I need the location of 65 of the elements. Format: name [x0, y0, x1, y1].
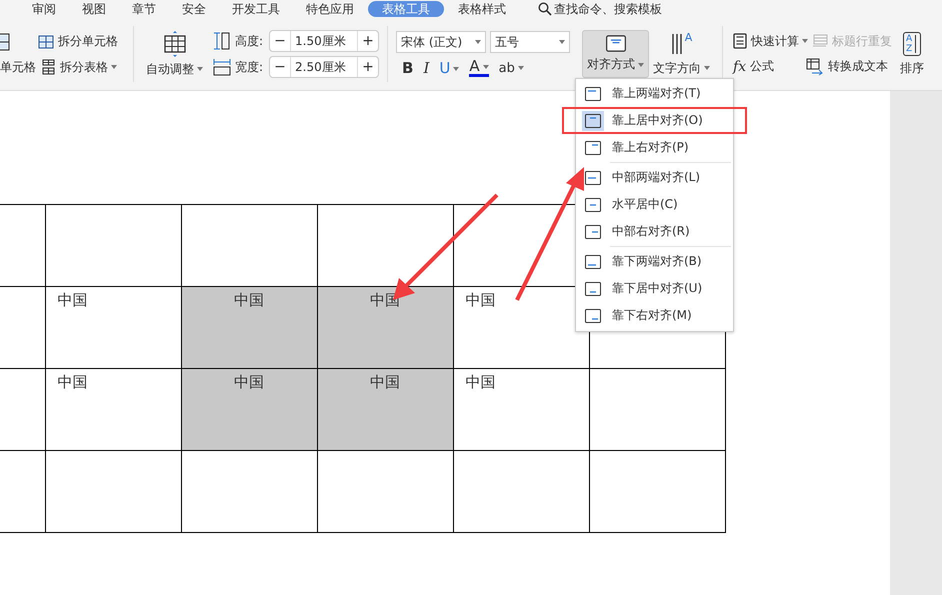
convert-text-icon: [806, 58, 824, 76]
width-label: 宽度:: [235, 58, 264, 76]
auto-fit-icon: [162, 30, 186, 56]
highlight-button[interactable]: ab: [498, 60, 524, 76]
alignment-icon: [585, 170, 601, 184]
alignment-icon: [585, 308, 601, 322]
font-color-button[interactable]: A: [469, 59, 489, 77]
table-cell: 中国: [317, 368, 453, 450]
split-cell-button[interactable]: 拆分单元格: [58, 33, 118, 50]
alignment-icon: [585, 282, 601, 296]
alignment-icon: [585, 254, 601, 268]
split-table-icon: [40, 59, 56, 75]
merge-cells-button[interactable]: 单元格: [0, 58, 36, 76]
auto-fit-button[interactable]: 自动调整: [146, 60, 203, 78]
menu-tab[interactable]: 视图: [70, 1, 118, 17]
font-dropdown[interactable]: 宋体 (正文): [396, 31, 486, 53]
menu-tab[interactable]: 特色应用: [294, 1, 366, 17]
sort-button[interactable]: 排序: [900, 60, 924, 76]
alignment-icon: [585, 86, 601, 100]
italic-button[interactable]: I: [423, 59, 430, 77]
menu-item[interactable]: 靠下两端对齐(B): [562, 248, 747, 275]
menu-item[interactable]: 中部两端对齐(L): [562, 164, 747, 191]
table-cell: 中国: [45, 286, 181, 368]
alignment-icon: [585, 198, 601, 212]
font-size-dropdown[interactable]: 五号: [490, 31, 570, 53]
sort-icon: A Z: [902, 32, 922, 56]
alignment-icon: [585, 224, 601, 238]
convert-to-text-button[interactable]: 转换成文本: [828, 58, 888, 75]
alignment-icon: [585, 114, 601, 128]
text-direction-button[interactable]: 文字方向: [653, 60, 710, 76]
align-icon: [604, 35, 628, 52]
repeat-header-icon: [812, 34, 828, 48]
menu-tab[interactable]: 章节: [120, 1, 168, 17]
merge-cells-icon: [0, 32, 10, 50]
table-cell: 中国: [181, 286, 317, 368]
quick-calc-button[interactable]: 快速计算: [751, 32, 808, 50]
split-cell-icon: [38, 34, 54, 48]
formula-button[interactable]: 公式: [750, 58, 774, 75]
alignment-icon: [585, 140, 601, 154]
table-cell: 中国: [45, 368, 181, 450]
menu-item[interactable]: 水平居中(C): [562, 191, 747, 218]
table-cell: 中国: [181, 368, 317, 450]
bold-button[interactable]: B: [402, 59, 414, 77]
menu-item[interactable]: 靠上居中对齐(O): [562, 107, 747, 134]
fx-icon: fx: [733, 58, 746, 74]
text-direction-glyph: A: [684, 32, 692, 44]
calculator-icon: [733, 33, 748, 49]
menu-item[interactable]: 中部右对齐(R): [562, 218, 747, 245]
split-table-button[interactable]: 拆分表格: [60, 58, 117, 76]
menu-tab[interactable]: 表格样式: [446, 1, 518, 17]
menu-item[interactable]: 靠上两端对齐(T): [562, 80, 747, 107]
row-height-icon: [213, 32, 231, 50]
search-icon: [538, 2, 552, 16]
height-spinner[interactable]: − 1.50厘米 +: [269, 30, 380, 52]
width-spinner[interactable]: − 2.50厘米 +: [269, 56, 380, 78]
menu-item[interactable]: 靠上右对齐(P): [562, 134, 747, 161]
align-button[interactable]: 对齐方式: [582, 30, 650, 78]
menu-tab[interactable]: 开发工具: [220, 1, 292, 17]
search-field[interactable]: 查找命令、搜索模板: [538, 2, 694, 16]
underline-button[interactable]: U: [439, 59, 460, 77]
height-label: 高度:: [235, 32, 264, 50]
menu-tab[interactable]: 审阅: [20, 1, 68, 17]
table-cell: 中国: [453, 368, 589, 450]
column-width-icon: [213, 58, 231, 76]
menu-tab[interactable]: 安全: [170, 1, 218, 17]
